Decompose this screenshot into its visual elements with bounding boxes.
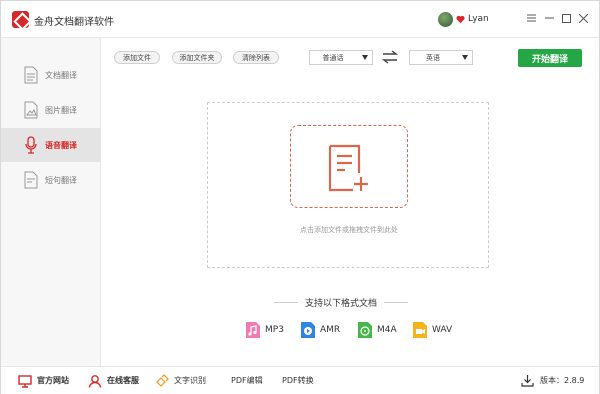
maximize-icon[interactable] <box>558 10 574 26</box>
source-language-select[interactable]: 普通话 <box>309 50 373 65</box>
sidebar-item-label: 语音翻译 <box>45 141 77 150</box>
formats-header: 支持以下格式文档 <box>271 296 411 309</box>
format-label: AMR <box>320 325 341 335</box>
add-document-icon <box>328 144 368 192</box>
monitor-icon <box>18 374 32 388</box>
title-bar: 金舟文档翻译软件 Lyan <box>1 1 599 38</box>
target-language-value: 英语 <box>426 53 440 62</box>
chevron-down-icon <box>462 55 468 60</box>
app-logo-icon <box>12 11 29 28</box>
download-icon[interactable] <box>521 374 534 387</box>
text-file-icon <box>24 171 38 189</box>
sidebar-item-label: 图片翻译 <box>45 106 77 115</box>
footer-link-label: 在线客服 <box>107 376 139 385</box>
version-label: 版本： <box>540 376 564 385</box>
format-wav: WAV <box>412 321 452 339</box>
sidebar-item-sentence[interactable]: 短句翻译 <box>1 163 100 197</box>
sidebar-item-label: 短句翻译 <box>45 176 77 185</box>
ocr-icon <box>156 373 169 387</box>
format-mp3: MP3 <box>245 321 284 339</box>
format-m4a: M4A <box>357 321 397 339</box>
sidebar-item-voice[interactable]: 语音翻译 <box>1 128 100 162</box>
sidebar-item-document[interactable]: 文档翻译 <box>1 58 100 92</box>
sidebar-item-label: 文档翻译 <box>45 71 77 80</box>
video-file-icon <box>413 322 427 338</box>
ocr-link[interactable]: 文字识别 <box>155 373 206 388</box>
format-amr: AMR <box>300 321 340 339</box>
app-title: 金舟文档翻译软件 <box>34 17 114 28</box>
close-icon[interactable] <box>575 10 591 26</box>
format-label: MP3 <box>265 325 284 335</box>
file-drop-zone[interactable]: 点击添加文件或拖拽文件到此处 <box>207 102 489 268</box>
image-file-icon <box>24 101 38 119</box>
add-folder-button[interactable]: 添加文件夹 <box>172 51 222 64</box>
film-file-icon <box>358 322 372 338</box>
source-language-value: 普通话 <box>322 53 344 62</box>
footer-link-label: 文字识别 <box>174 376 206 385</box>
format-label: WAV <box>432 325 453 335</box>
version-info: 版本： 2.8.9 <box>521 373 584 388</box>
minimize-icon[interactable] <box>541 10 557 26</box>
person-icon <box>88 374 102 388</box>
sidebar: 文档翻译 图片翻译 语音翻译 短句翻译 <box>1 38 101 366</box>
user-avatar[interactable] <box>438 12 453 27</box>
pdf-edit-link[interactable]: PDF编辑 <box>231 373 263 388</box>
pdf-convert-link[interactable]: PDF转换 <box>282 373 314 388</box>
start-translate-button[interactable]: 开始翻译 <box>518 49 582 67</box>
format-label: M4A <box>377 325 397 335</box>
add-file-button[interactable]: 添加文件 <box>114 51 160 64</box>
footer-link-label: PDF转换 <box>282 376 314 385</box>
sidebar-item-image[interactable]: 图片翻译 <box>1 93 100 127</box>
microphone-icon <box>25 136 37 154</box>
official-website-link[interactable]: 官方网站 <box>18 373 69 388</box>
version-number: 2.8.9 <box>564 376 585 385</box>
clear-list-button[interactable]: 清除列表 <box>233 51 279 64</box>
footer-bar: 官方网站 在线客服 文字识别 PDF编辑 PDF转换 版本： 2.8.9 <box>1 366 599 394</box>
formats-title: 支持以下格式文档 <box>304 299 377 309</box>
username[interactable]: Lyan <box>468 14 489 24</box>
app-window: 金舟文档翻译软件 Lyan 文档翻译 图片翻译 语音翻译 短句翻译 添加文件 添… <box>0 0 600 394</box>
play-file-icon <box>301 322 315 338</box>
vip-heart-icon <box>456 15 465 24</box>
add-file-box[interactable] <box>290 125 408 208</box>
target-language-select[interactable]: 英语 <box>409 50 473 65</box>
drop-hint: 点击添加文件或拖拽文件到此处 <box>300 226 398 234</box>
chevron-down-icon <box>362 55 368 60</box>
online-support-link[interactable]: 在线客服 <box>88 373 139 388</box>
swap-icon[interactable] <box>382 50 398 64</box>
menu-icon[interactable] <box>523 10 539 26</box>
document-icon <box>24 66 38 84</box>
footer-link-label: PDF编辑 <box>231 376 263 385</box>
footer-link-label: 官方网站 <box>37 376 69 385</box>
music-file-icon <box>246 322 260 338</box>
